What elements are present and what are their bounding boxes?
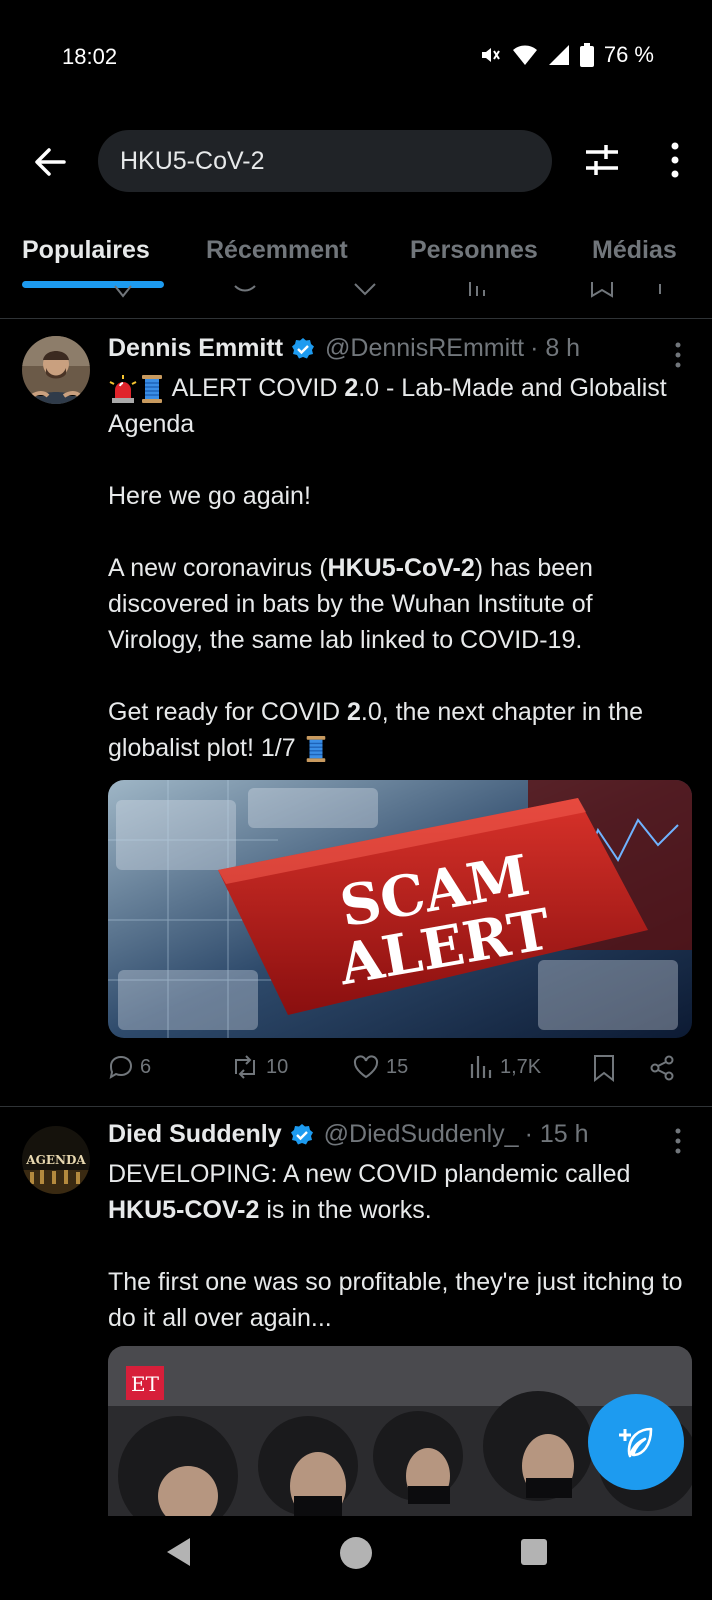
share-icon[interactable]: [648, 1054, 676, 1082]
hashtag-keyword: HKU5-CoV-2: [327, 554, 475, 582]
tweet-image[interactable]: SCAM ALERT: [108, 780, 692, 1038]
search-header: HKU5-CoV-2: [0, 128, 712, 194]
verified-badge-icon: [290, 1123, 313, 1144]
search-query: HKU5-CoV-2: [120, 146, 265, 175]
tweet-time: · 8 h: [530, 334, 581, 362]
avatar-text: AGENDA: [25, 1153, 86, 1167]
tweet-actions: 6 10 15 1,7K: [108, 1054, 692, 1094]
scam-alert-image: SCAM ALERT: [108, 780, 692, 1038]
tweet-line: ALERT COVID: [171, 374, 345, 402]
wifi-icon: [512, 45, 537, 65]
tweet-more-icon[interactable]: [670, 340, 686, 370]
tweet-header: Died Suddenly @DiedSuddenly_ · 15 h: [108, 1120, 589, 1149]
views-chart-icon: [470, 1056, 492, 1078]
tweet-text: ALERT COVID 2.0 - Lab-Made and Globalist…: [108, 370, 683, 766]
more-options-icon[interactable]: [660, 140, 690, 180]
tweet-paragraph: The first one was so profitable, they're…: [108, 1268, 683, 1332]
tab-populaires[interactable]: Populaires: [22, 236, 150, 265]
signal-icon: [548, 45, 569, 65]
hashtag-keyword: HKU5-COV-2: [108, 1196, 260, 1224]
repost-icon: [235, 1055, 255, 1079]
status-icons: 76 %: [478, 42, 654, 68]
views-button[interactable]: 1,7K: [468, 1054, 541, 1080]
reply-count: 6: [140, 1055, 152, 1078]
tweet-text: DEVELOPING: A new COVID plandemic called…: [108, 1156, 683, 1336]
previous-tweet-action-icons: [114, 282, 661, 298]
tweet-header: Dennis Emmitt @DennisREmmitt · 8 h: [108, 334, 580, 363]
heart-icon: [353, 1055, 379, 1079]
repost-count: 10: [266, 1055, 289, 1078]
compose-post-button[interactable]: [588, 1394, 684, 1490]
tab-personnes[interactable]: Personnes: [410, 236, 538, 265]
status-time: 18:02: [62, 44, 118, 69]
compose-feather-icon: [619, 1427, 653, 1458]
tab-recemment[interactable]: Récemment: [206, 236, 348, 265]
status-bar: 18:02 76 %: [0, 0, 712, 110]
divider: [0, 1106, 712, 1107]
tweet-text-segment: A new coronavirus (: [108, 554, 328, 582]
siren-emoji-icon: [109, 375, 137, 404]
search-input[interactable]: HKU5-CoV-2: [98, 130, 552, 192]
verified-badge-icon: [292, 337, 315, 358]
mute-icon: [481, 48, 500, 62]
avatar[interactable]: AGENDA: [22, 1126, 90, 1194]
previous-tweet-actions: [0, 280, 712, 302]
nav-home-icon[interactable]: [339, 1536, 373, 1570]
tweet-more-icon[interactable]: [670, 1126, 686, 1156]
tab-medias[interactable]: Médias: [592, 236, 677, 265]
nav-back-icon[interactable]: [164, 1536, 194, 1568]
battery-icon: [579, 43, 594, 67]
tweet-bold: 2: [344, 374, 359, 402]
views-count: 1,7K: [500, 1055, 542, 1078]
agenda-avatar-icon: AGENDA: [22, 1126, 90, 1194]
nav-recents-icon[interactable]: [520, 1538, 548, 1566]
tweet-bold: 2: [346, 698, 361, 726]
tweet-time: · 15 h: [524, 1120, 589, 1148]
author-name[interactable]: Dennis Emmitt: [108, 334, 283, 363]
reply-icon: [109, 1055, 133, 1080]
filter-sliders-icon[interactable]: [584, 142, 620, 178]
tweet-text-segment: is in the works.: [259, 1196, 432, 1224]
avatar-photo-icon: [22, 336, 90, 404]
battery-level: 76 %: [603, 42, 654, 67]
back-arrow-icon[interactable]: [30, 142, 70, 182]
repost-button[interactable]: 10: [230, 1054, 288, 1080]
thread-spool-emoji-icon: [142, 375, 162, 404]
divider: [0, 318, 712, 319]
tweet-paragraph: Here we go again!: [108, 482, 311, 510]
tweet-text-segment: DEVELOPING: A new COVID plandemic called: [108, 1160, 631, 1188]
tweet-text-segment: Get ready for COVID: [108, 698, 347, 726]
bookmark-icon[interactable]: [592, 1054, 616, 1082]
author-handle[interactable]: @DiedSuddenly_: [324, 1120, 519, 1149]
reply-button[interactable]: 6: [108, 1054, 151, 1080]
system-nav-bar: [0, 1516, 712, 1600]
avatar[interactable]: [22, 336, 90, 404]
author-name[interactable]: Died Suddenly: [108, 1120, 282, 1149]
author-handle[interactable]: @DennisREmmitt: [325, 334, 524, 363]
like-button[interactable]: 15: [352, 1054, 408, 1080]
like-count: 15: [386, 1055, 409, 1078]
image-badge-text: ET: [131, 1372, 160, 1396]
thread-spool-emoji-icon: [306, 736, 325, 763]
